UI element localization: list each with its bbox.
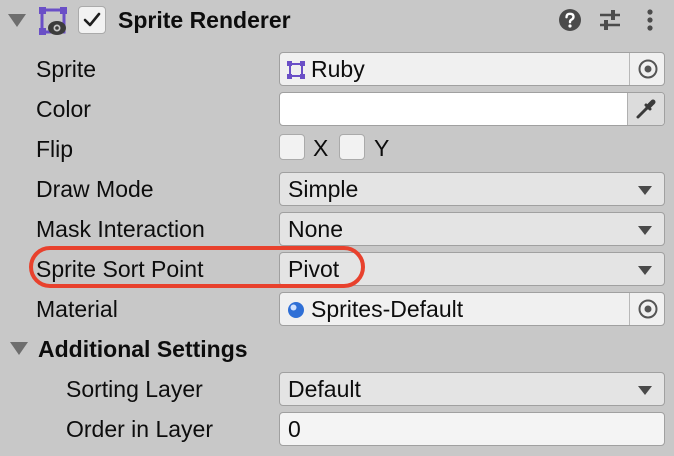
- dropdown-arrow-icon: [638, 266, 652, 275]
- sorting-layer-label: Sorting Layer: [66, 376, 203, 402]
- flip-y-checkbox[interactable]: [339, 134, 365, 160]
- mask-interaction-dropdown[interactable]: None: [279, 212, 665, 246]
- sprite-object-field[interactable]: Ruby: [279, 52, 665, 86]
- flip-x-checkbox[interactable]: [279, 134, 305, 160]
- sprite-value: Ruby: [311, 56, 365, 82]
- mask-interaction-value: None: [288, 216, 343, 242]
- eyedropper-button[interactable]: [627, 93, 664, 125]
- picker-separator: [629, 53, 630, 85]
- draw-mode-value: Simple: [288, 176, 359, 202]
- preset-sliders-icon[interactable]: [597, 7, 623, 33]
- draw-mode-dropdown[interactable]: Simple: [279, 172, 665, 206]
- additional-settings-header[interactable]: Additional Settings: [38, 332, 248, 366]
- dropdown-arrow-icon: [638, 186, 652, 195]
- color-label: Color: [36, 96, 91, 122]
- flip-x-label: X: [313, 135, 329, 161]
- material-object-field[interactable]: Sprites-Default: [279, 292, 665, 326]
- order-in-layer-value: 0: [288, 416, 301, 442]
- mask-interaction-label: Mask Interaction: [36, 216, 205, 242]
- component-header: Sprite Renderer: [0, 0, 674, 40]
- order-in-layer-label: Order in Layer: [66, 416, 214, 442]
- sorting-layer-value: Default: [288, 376, 361, 402]
- sprite-sort-point-value: Pivot: [288, 256, 340, 282]
- help-icon[interactable]: [557, 7, 583, 33]
- sprite-asset-icon: [287, 61, 305, 79]
- component-title: Sprite Renderer: [118, 7, 291, 33]
- foldout-arrow-icon[interactable]: [8, 14, 26, 27]
- material-value: Sprites-Default: [311, 296, 464, 322]
- dropdown-arrow-icon: [638, 226, 652, 235]
- flip-label: Flip: [36, 136, 74, 162]
- order-in-layer-input[interactable]: 0: [279, 412, 665, 446]
- picker-separator: [629, 293, 630, 325]
- object-picker-icon[interactable]: [637, 58, 659, 80]
- sprite-sort-point-label: Sprite Sort Point: [36, 256, 204, 282]
- color-field[interactable]: [279, 92, 665, 126]
- draw-mode-label: Draw Mode: [36, 176, 154, 202]
- material-sphere-icon: [288, 302, 304, 318]
- eyedropper-icon: [636, 99, 656, 119]
- material-label: Material: [36, 296, 118, 322]
- sprite-renderer-icon: [39, 7, 67, 35]
- sorting-layer-dropdown[interactable]: Default: [279, 372, 665, 406]
- component-enabled-checkbox[interactable]: [78, 6, 106, 34]
- dropdown-arrow-icon: [638, 386, 652, 395]
- section-foldout-arrow-icon[interactable]: [10, 342, 28, 355]
- sprite-sort-point-dropdown[interactable]: Pivot: [279, 252, 665, 286]
- sprite-label: Sprite: [36, 56, 97, 82]
- object-picker-icon[interactable]: [637, 298, 659, 320]
- kebab-menu-icon[interactable]: [637, 7, 663, 33]
- checkmark-icon: [83, 12, 101, 27]
- flip-y-label: Y: [374, 135, 390, 161]
